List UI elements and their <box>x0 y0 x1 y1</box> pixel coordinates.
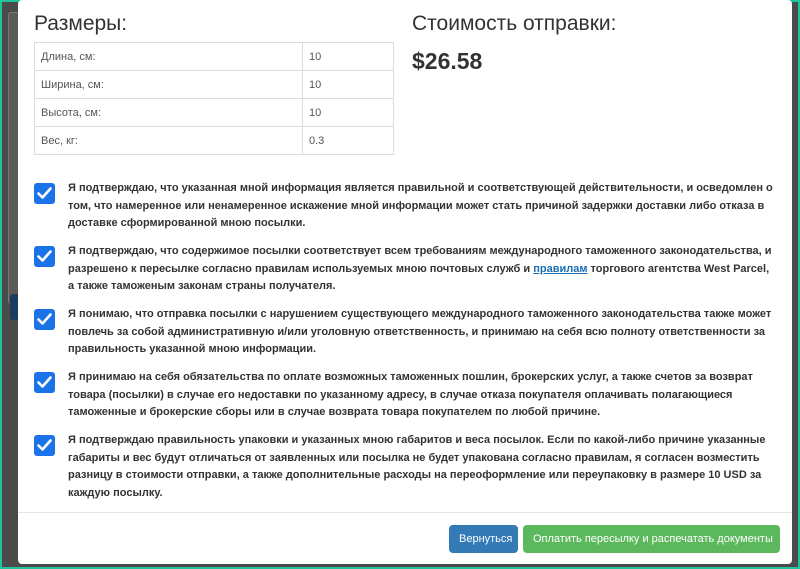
modal-body: Размеры: Стоимость отправки: $26.58 Длин… <box>18 0 792 512</box>
checkmark-icon <box>37 376 52 388</box>
dimension-value: 0.3 <box>302 126 394 155</box>
agreement-text: Я принимаю на себя обязательства по опла… <box>68 371 753 418</box>
table-row: Длина, см: 10 <box>34 42 394 71</box>
agreement-checkbox[interactable] <box>34 372 55 393</box>
agreement-checkbox[interactable] <box>34 309 55 330</box>
agreement-checkbox[interactable] <box>34 435 55 456</box>
dimension-label: Высота, см: <box>34 98 303 127</box>
agreement-checkbox[interactable] <box>34 246 55 267</box>
dimension-label: Ширина, см: <box>34 70 303 99</box>
agreement-text: Я подтверждаю, что содержимое посылки со… <box>68 243 778 296</box>
back-button[interactable]: Вернуться <box>449 525 518 553</box>
agreement-text: Я понимаю, что отправка посылки с наруше… <box>68 308 772 355</box>
rules-link[interactable]: правилам <box>533 263 587 275</box>
table-row: Ширина, см: 10 <box>34 70 394 99</box>
checkmark-icon <box>37 439 52 451</box>
checkmark-icon <box>37 187 52 199</box>
dimension-value: 10 <box>302 42 394 71</box>
confirmation-modal: Размеры: Стоимость отправки: $26.58 Длин… <box>18 0 792 564</box>
dimension-value: 10 <box>302 98 394 127</box>
modal-footer: Вернуться Оплатить пересылку и распечата… <box>18 512 792 565</box>
dimensions-title: Размеры: <box>34 12 128 35</box>
dimension-label: Вес, кг: <box>34 126 303 155</box>
agreement-text: Я подтверждаю, что указанная мной информ… <box>68 182 773 229</box>
agreement-checkbox[interactable] <box>34 183 55 204</box>
dimension-value: 10 <box>302 70 394 99</box>
shipping-cost-title: Стоимость отправки: <box>412 12 617 35</box>
checkmark-icon <box>37 250 52 262</box>
dimension-label: Длина, см: <box>34 42 303 71</box>
pay-and-print-button[interactable]: Оплатить пересылку и распечатать докумен… <box>523 525 780 553</box>
dimensions-table: Длина, см: 10 Ширина, см: 10 Высота, см:… <box>34 42 394 155</box>
table-row: Вес, кг: 0.3 <box>34 126 394 155</box>
agreement-text: Я подтверждаю правильность упаковки и ук… <box>68 434 766 499</box>
shipping-cost-value: $26.58 <box>412 48 483 74</box>
table-row: Высота, см: 10 <box>34 98 394 127</box>
checkmark-icon <box>37 313 52 325</box>
